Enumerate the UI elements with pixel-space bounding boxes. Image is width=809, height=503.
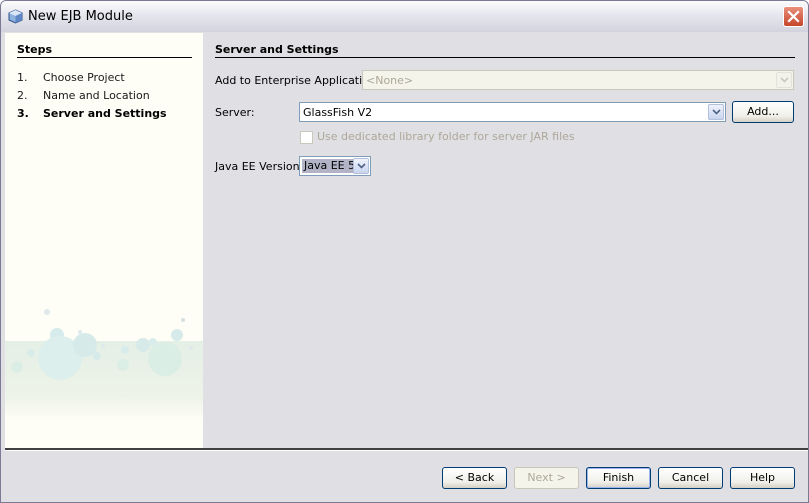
dedicated-library-label: Use dedicated library folder for server … bbox=[317, 130, 575, 143]
enterprise-application-label: Add to Enterprise Application: bbox=[215, 74, 380, 87]
server-combo[interactable]: GlassFish V2 bbox=[299, 102, 726, 122]
steps-panel: Steps 1. Choose Project 2. Name and Loca… bbox=[5, 33, 203, 448]
back-button[interactable]: < Back bbox=[442, 467, 507, 489]
chevron-down-icon bbox=[353, 158, 369, 174]
java-ee-version-combo[interactable]: Java EE 5 bbox=[299, 156, 371, 176]
step-number: 1. bbox=[17, 71, 28, 84]
java-ee-version-value: Java EE 5 bbox=[302, 159, 358, 173]
finish-button[interactable]: Finish bbox=[586, 467, 651, 489]
title-bar[interactable]: New EJB Module bbox=[1, 1, 808, 32]
chevron-down-icon bbox=[708, 104, 724, 120]
step-label: Choose Project bbox=[43, 71, 125, 84]
step-label: Server and Settings bbox=[43, 107, 167, 120]
dedicated-library-checkbox[interactable] bbox=[300, 131, 313, 144]
step-label: Name and Location bbox=[43, 89, 150, 102]
close-button[interactable] bbox=[783, 6, 804, 27]
ejb-module-cube-icon bbox=[8, 9, 23, 24]
server-value: GlassFish V2 bbox=[303, 106, 373, 119]
step-number: 2. bbox=[17, 89, 28, 102]
wizard-footer: < Back Next > Finish Cancel Help bbox=[5, 451, 808, 500]
help-button[interactable]: Help bbox=[730, 467, 795, 489]
new-ejb-module-dialog: New EJB Module Steps 1. Choose Project 2… bbox=[0, 0, 809, 503]
enterprise-application-value: <None> bbox=[366, 74, 414, 87]
chevron-down-icon bbox=[776, 72, 792, 88]
next-button[interactable]: Next > bbox=[514, 467, 579, 489]
add-server-button[interactable]: Add... bbox=[732, 101, 794, 123]
java-ee-version-label: Java EE Version: bbox=[215, 160, 304, 173]
steps-heading: Steps bbox=[17, 43, 53, 56]
enterprise-application-combo[interactable]: <None> bbox=[362, 70, 794, 90]
bubbles-decoration-image bbox=[5, 309, 203, 421]
close-icon bbox=[787, 10, 800, 23]
server-settings-panel: Server and Settings Add to Enterprise Ap… bbox=[203, 33, 808, 448]
cancel-button[interactable]: Cancel bbox=[658, 467, 723, 489]
window-title: New EJB Module bbox=[28, 9, 133, 24]
steps-divider bbox=[17, 57, 192, 58]
section-divider bbox=[215, 57, 795, 58]
step-number: 3. bbox=[17, 107, 29, 120]
server-label: Server: bbox=[215, 106, 255, 119]
section-title: Server and Settings bbox=[215, 43, 339, 56]
